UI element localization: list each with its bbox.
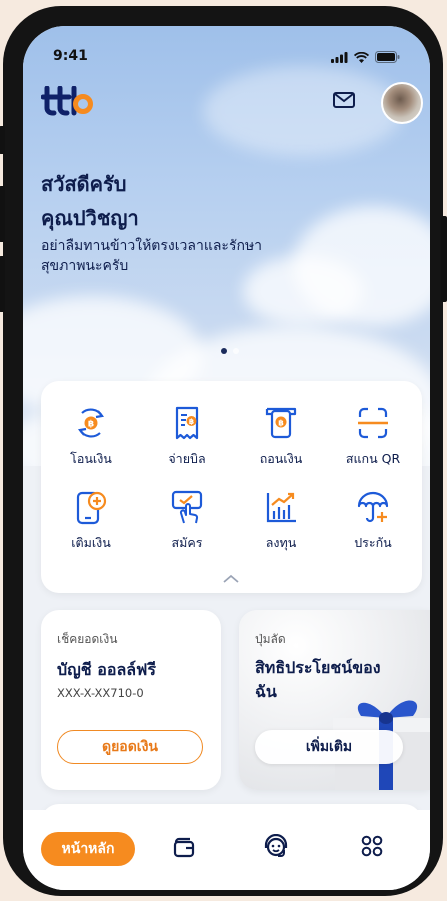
menu-label: เติมเงิน [71,535,111,550]
menu-insurance[interactable]: ประกัน [333,489,413,553]
ttb-logo [40,85,95,120]
menu-bill[interactable]: ฿ จ่ายบิล [147,405,227,469]
svg-text:฿: ฿ [88,420,94,430]
quick-menu-card: ฿ โอนเงิน ฿ จ่ายบิล ฿ ถอนเงิน สแกน QR เต… [41,381,422,593]
wifi-icon [354,51,369,63]
power-button [441,216,447,302]
volume-up-button [0,186,5,242]
promo-label: ปุ่มลัด [255,632,286,646]
promo-title: สิทธิประโยชน์ของฉัน [255,658,381,701]
more-button[interactable]: เพิ่มเติม [255,730,403,764]
chevron-up-icon[interactable] [222,574,240,584]
insurance-icon [357,491,389,523]
svg-text:฿: ฿ [189,417,194,426]
invest-icon [266,492,296,523]
svg-text:฿: ฿ [278,419,284,428]
signal-icon [331,51,348,63]
battery-icon [375,51,400,63]
user-avatar[interactable] [381,82,423,124]
carousel-dot[interactable] [221,348,227,354]
mail-icon[interactable] [333,92,355,112]
bottom-nav: หน้าหลัก [23,810,430,890]
status-bar: 9:41 [53,48,400,68]
scan-qr-icon [358,407,388,439]
bill-icon: ฿ [175,406,199,440]
balance-label: เช็คยอดเงิน [57,632,118,646]
menu-apply[interactable]: สมัคร [147,489,227,553]
menu-label: จ่ายบิล [168,451,206,466]
menu-label: ลงทุน [265,535,297,550]
greeting-name: คุณปวิชญา [41,206,139,230]
menu-invest[interactable]: ลงทุน [241,489,321,553]
status-icons [331,51,400,63]
menu-label: ประกัน [354,535,392,550]
balance-card[interactable]: เช็คยอดเงิน บัญชี ออลล์ฟรี XXX-X-XX710-0… [41,610,221,790]
wallet-icon[interactable] [173,836,195,858]
status-time: 9:41 [53,48,88,64]
account-name: บัญชี ออลล์ฟรี [57,660,156,679]
withdraw-icon: ฿ [265,407,297,439]
carousel-dot[interactable] [233,348,239,354]
phone-frame: 9:41 สวัสดีครับ คุณปวิชญา อย่าลืมทานข้าว… [0,6,447,896]
menu-transfer[interactable]: ฿ โอนเงิน [51,405,131,469]
carousel-dots[interactable] [221,348,239,354]
menu-scan-qr[interactable]: สแกน QR [333,405,413,469]
view-balance-button[interactable]: ดูยอดเงิน [57,730,203,764]
promo-card[interactable]: ปุ่มลัด สิทธิประโยชน์ของฉัน เพิ่มเติม [239,610,430,790]
support-icon[interactable] [263,834,289,860]
greeting-message: อย่าลืมทานข้าวให้ตรงเวลาและรักษาสุขภาพนะ… [41,238,263,274]
menu-withdraw[interactable]: ฿ ถอนเงิน [241,405,321,469]
volume-down-button [0,256,5,312]
greeting-hello: สวัสดีครับ [41,172,127,196]
home-tab[interactable]: หน้าหลัก [41,832,135,866]
menu-label: สแกน QR [345,451,401,466]
app-screen: 9:41 สวัสดีครับ คุณปวิชญา อย่าลืมทานข้าว… [23,26,430,890]
apply-icon [171,490,203,524]
account-number: XXX-X-XX710-0 [57,686,144,700]
menu-label: ถอนเงิน [259,451,303,466]
apps-grid-icon[interactable] [361,835,383,857]
transfer-icon: ฿ [77,408,105,438]
menu-label: สมัคร [171,535,203,550]
topup-icon [76,491,107,525]
menu-label: โอนเงิน [70,451,112,466]
menu-topup[interactable]: เติมเงิน [51,489,131,553]
mute-switch [0,126,5,154]
